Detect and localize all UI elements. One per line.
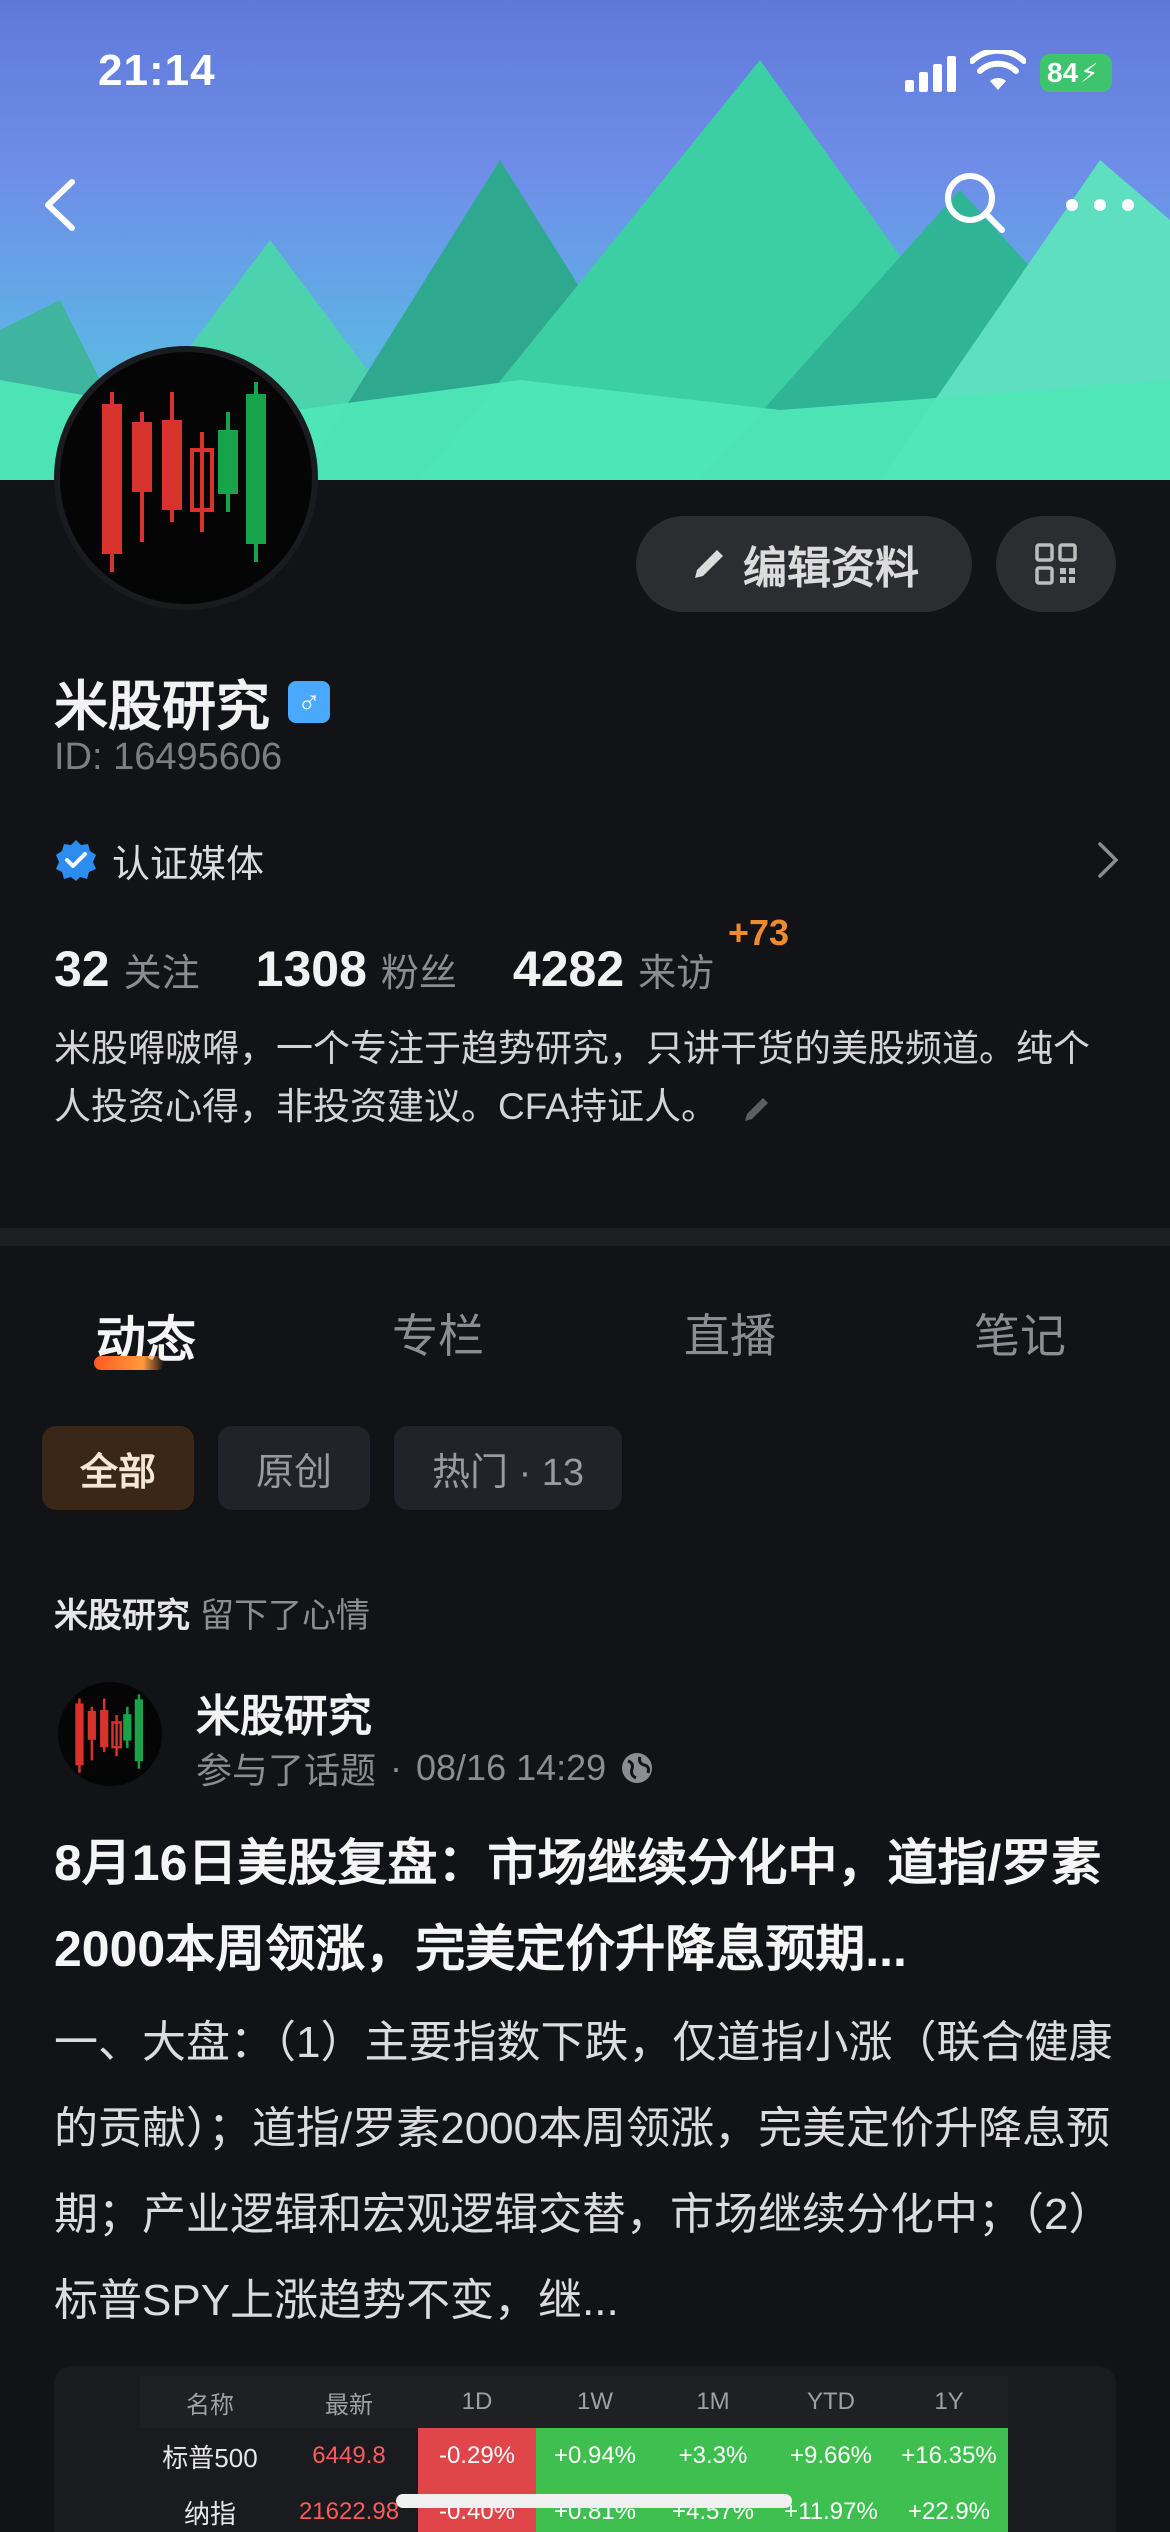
- status-bar: 21:14 84 ⚡: [0, 0, 1170, 150]
- table-cell: 6449.8: [312, 2442, 386, 2469]
- profile-stats: 32 关注 1308 粉丝 4282 来访: [54, 940, 770, 998]
- table-cell: +0.94%: [536, 2428, 654, 2484]
- separator-dot: ·: [390, 1747, 403, 1788]
- post-author-name[interactable]: 米股研究: [196, 1680, 372, 1744]
- content-tabs: 动态 专栏 直播 笔记: [0, 1300, 1170, 1380]
- table-cell: +0.81%: [536, 2484, 654, 2532]
- battery-level: 84: [1047, 57, 1079, 88]
- table-cell: +11.97%: [772, 2484, 890, 2532]
- table-header-cell: 1Y: [934, 2388, 964, 2415]
- qr-code-icon: [1035, 543, 1077, 585]
- feed-activity-line: 米股研究 留下了心情: [54, 1588, 370, 1637]
- edit-profile-label: 编辑资料: [743, 544, 919, 593]
- table-cell: +4.57%: [654, 2484, 772, 2532]
- back-icon[interactable]: [30, 170, 100, 240]
- chevron-right-icon: [1098, 842, 1119, 878]
- edit-bio-icon[interactable]: [740, 1092, 774, 1126]
- cellular-signal-icon: [905, 56, 956, 92]
- wifi-icon: [970, 50, 1026, 90]
- following-count[interactable]: 32: [54, 940, 110, 998]
- qr-code-button[interactable]: [996, 516, 1116, 612]
- verified-badge-icon: [56, 840, 96, 881]
- visitors-label[interactable]: 来访: [638, 942, 714, 997]
- search-icon[interactable]: [940, 168, 1010, 238]
- followers-count[interactable]: 1308: [256, 940, 367, 998]
- table-cell: -0.29%: [418, 2428, 536, 2484]
- table-header-cell: 最新: [325, 2391, 373, 2419]
- activity-user[interactable]: 米股研究: [54, 1597, 190, 1635]
- post-subline: 参与了话题 · 08/16 14:29: [196, 1742, 654, 1794]
- table-row: 纳指 21622.98 -0.40% +0.81% +4.57% +11.97%…: [140, 2484, 1008, 2532]
- table-cell: +3.3%: [654, 2428, 772, 2484]
- post-time: 08/16 14:29: [416, 1747, 607, 1788]
- table-header-cell: 1D: [461, 2388, 493, 2415]
- profile-name-row: 米股研究 ♂: [54, 662, 330, 741]
- filter-all[interactable]: 全部: [42, 1426, 195, 1510]
- visitors-count[interactable]: 4282: [513, 940, 624, 998]
- filter-original[interactable]: 原创: [218, 1426, 371, 1510]
- battery-indicator: 84 ⚡: [1040, 54, 1112, 92]
- table-cell: -0.40%: [418, 2484, 536, 2532]
- table-cell: 标普500: [162, 2442, 258, 2473]
- post-author-avatar[interactable]: [58, 1682, 162, 1786]
- post-excerpt[interactable]: 一、大盘：（1）主要指数下跌，仅道指小涨（联合健康的贡献）；道指/罗素2000本…: [54, 2000, 1134, 2344]
- more-icon[interactable]: [1060, 180, 1140, 230]
- home-indicator[interactable]: [396, 2494, 792, 2508]
- avatar[interactable]: [54, 346, 318, 610]
- table-cell: 纳指: [183, 2498, 236, 2529]
- filter-hot[interactable]: 热门 · 13: [394, 1426, 623, 1510]
- post-title[interactable]: 8月16日美股复盘：市场继续分化中，道指/罗素2000本周领涨，完美定价升降息预…: [54, 1820, 1134, 1992]
- candlestick-logo-icon: [75, 1694, 144, 1773]
- table-cell: +22.9%: [890, 2484, 1008, 2532]
- user-id: ID: 16495606: [54, 736, 283, 778]
- charging-icon: ⚡: [1080, 57, 1099, 88]
- active-tab-indicator: [94, 1356, 164, 1370]
- edit-profile-button[interactable]: 编辑资料: [636, 516, 972, 612]
- male-gender-icon: ♂: [288, 680, 330, 723]
- verification-row[interactable]: 认证媒体: [54, 830, 1120, 890]
- tab-live[interactable]: 直播: [684, 1300, 776, 1366]
- section-divider: [0, 1228, 1170, 1246]
- table-cell: +9.66%: [772, 2428, 890, 2484]
- visitors-delta-badge: +73: [728, 912, 790, 953]
- filter-chips: 全部 原创 热门 · 13: [42, 1426, 623, 1510]
- pencil-icon: [695, 550, 723, 578]
- globe-icon: [622, 1753, 653, 1783]
- table-cell: +16.35%: [890, 2428, 1008, 2484]
- tab-column[interactable]: 专栏: [392, 1300, 484, 1366]
- table-header-row: 名称 最新 1D 1W 1M YTD 1Y: [140, 2376, 1008, 2428]
- table-header-cell: 1M: [696, 2388, 730, 2415]
- verification-label: 认证媒体: [112, 843, 265, 886]
- activity-action: 留下了心情: [200, 1597, 370, 1635]
- market-table: 名称 最新 1D 1W 1M YTD 1Y 标普500 6449.8 -0.29…: [140, 2376, 1008, 2532]
- candlestick-logo-icon: [102, 382, 266, 572]
- table-header-cell: YTD: [807, 2388, 855, 2415]
- post-action: 参与了话题: [196, 1750, 377, 1791]
- table-cell: 21622.98: [298, 2498, 400, 2525]
- following-label[interactable]: 关注: [124, 942, 200, 997]
- table-row: 标普500 6449.8 -0.29% +0.94% +3.3% +9.66% …: [140, 2428, 1008, 2484]
- tab-notes[interactable]: 笔记: [974, 1300, 1066, 1366]
- status-time: 21:14: [98, 46, 216, 95]
- bio-text: 米股嘚啵嘚，一个专注于趋势研究，只讲干货的美股频道。纯个人投资心得，非投资建议。…: [54, 1028, 1090, 1127]
- profile-bio: 米股嘚啵嘚，一个专注于趋势研究，只讲干货的美股频道。纯个人投资心得，非投资建议。…: [54, 1020, 1124, 1136]
- profile-name: 米股研究: [54, 677, 270, 737]
- table-header-cell: 1W: [577, 2388, 613, 2415]
- followers-label[interactable]: 粉丝: [381, 942, 457, 997]
- table-header-cell: 名称: [186, 2391, 234, 2419]
